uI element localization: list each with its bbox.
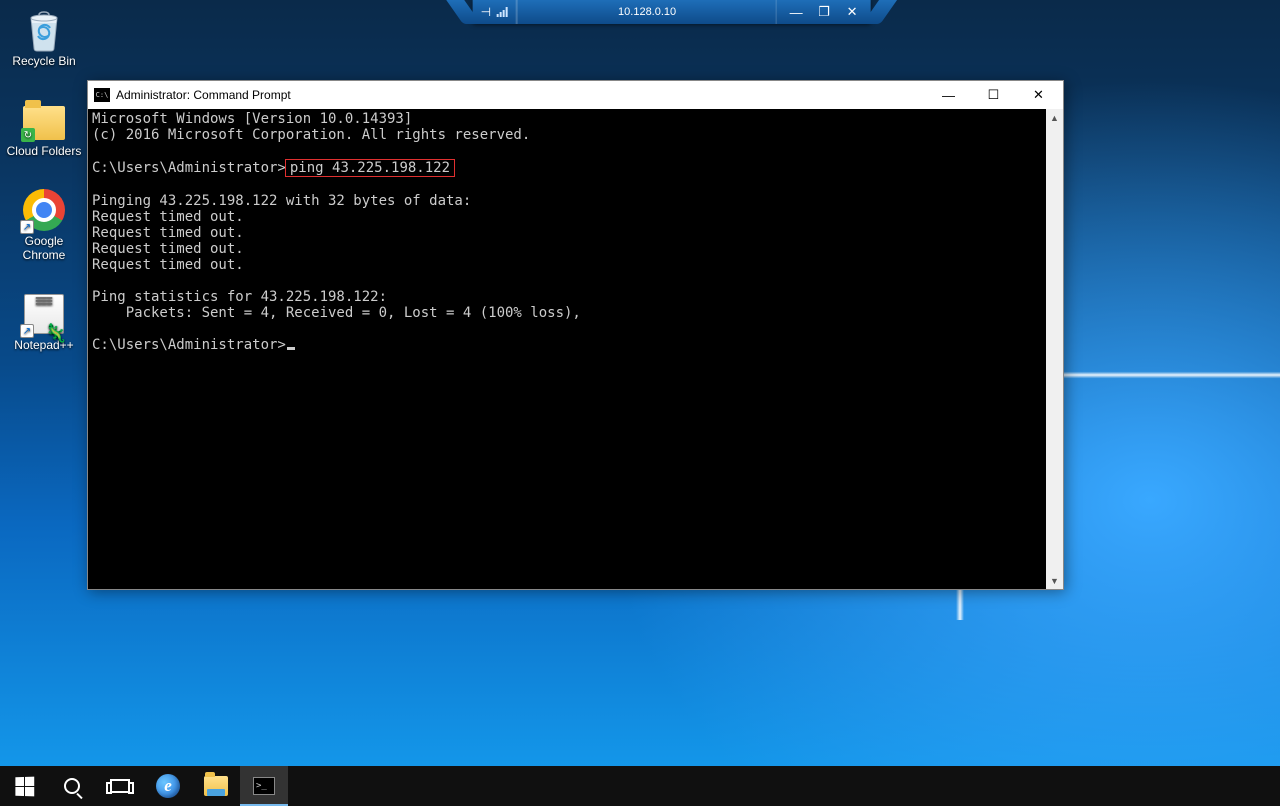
taskbar: >_ — [0, 766, 1280, 806]
windows-logo-icon — [15, 776, 34, 796]
remote-pin-button[interactable]: ⊣ — [473, 0, 517, 24]
cursor — [287, 347, 295, 350]
taskbar-app-internet-explorer[interactable] — [144, 766, 192, 806]
task-view-icon — [110, 779, 130, 793]
remote-ip-label: 10.128.0.10 — [517, 0, 777, 24]
cmd-icon: >_ — [253, 777, 275, 795]
scroll-down-button[interactable]: ▼ — [1046, 572, 1063, 589]
file-explorer-icon — [204, 776, 228, 796]
window-title: Administrator: Command Prompt — [116, 88, 926, 102]
terminal-output: Microsoft Windows [Version 10.0.14393] (… — [92, 111, 1063, 353]
scrollbar[interactable]: ▲ ▼ — [1046, 109, 1063, 589]
signal-icon — [497, 7, 508, 17]
desktop-icon-google-chrome[interactable]: ↗ Google Chrome — [6, 188, 82, 262]
ie-icon — [156, 774, 180, 798]
task-view-button[interactable] — [96, 766, 144, 806]
desktop-icon-cloud-folders[interactable]: ↻ Cloud Folders — [6, 98, 82, 158]
cmd-icon: C:\ — [94, 88, 110, 102]
desktop-icon-label: Recycle Bin — [12, 54, 75, 68]
notepad-plus-plus-icon: ━━━━━━━━━↗ — [22, 292, 66, 336]
desktop: Recycle Bin ↻ Cloud Folders ↗ Google Chr… — [6, 8, 82, 352]
taskbar-app-command-prompt[interactable]: >_ — [240, 766, 288, 806]
recycle-bin-icon — [22, 8, 66, 52]
desktop-icon-notepad-plus-plus[interactable]: ━━━━━━━━━↗ Notepad++ — [6, 292, 82, 352]
scroll-up-button[interactable]: ▲ — [1046, 109, 1063, 126]
command-prompt-window: C:\ Administrator: Command Prompt — ☐ ✕ … — [87, 80, 1064, 590]
remote-session-bar[interactable]: ⊣ 10.128.0.10 — ❐ ✕ — [473, 0, 871, 24]
pin-icon: ⊣ — [481, 5, 491, 19]
desktop-icon-recycle-bin[interactable]: Recycle Bin — [6, 8, 82, 68]
remote-restore-button[interactable]: ❐ — [813, 4, 835, 20]
start-button[interactable] — [0, 766, 48, 806]
taskbar-app-file-explorer[interactable] — [192, 766, 240, 806]
folder-icon: ↻ — [22, 98, 66, 142]
remote-minimize-button[interactable]: — — [785, 5, 807, 20]
close-button[interactable]: ✕ — [1016, 81, 1061, 109]
minimize-button[interactable]: — — [926, 81, 971, 109]
remote-close-button[interactable]: ✕ — [841, 4, 863, 20]
titlebar[interactable]: C:\ Administrator: Command Prompt — ☐ ✕ — [88, 81, 1063, 109]
scroll-track[interactable] — [1046, 126, 1063, 572]
chrome-icon: ↗ — [22, 188, 66, 232]
search-button[interactable] — [48, 766, 96, 806]
highlighted-command: ping 43.225.198.122 — [285, 159, 455, 177]
desktop-icon-label: Cloud Folders — [7, 144, 82, 158]
desktop-icon-label: Google Chrome — [6, 234, 82, 262]
search-icon — [64, 778, 80, 794]
maximize-button[interactable]: ☐ — [971, 81, 1016, 109]
terminal-area[interactable]: Microsoft Windows [Version 10.0.14393] (… — [88, 109, 1063, 589]
